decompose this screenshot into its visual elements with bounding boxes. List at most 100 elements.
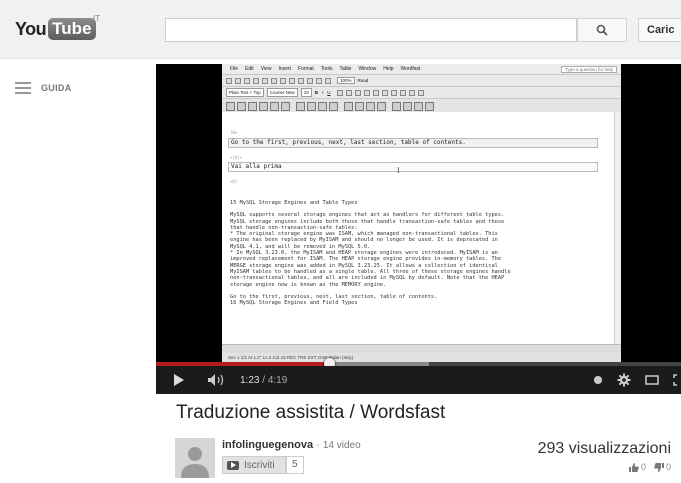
menu-item-tools: Tools [320, 66, 333, 72]
wf-setup-icon [344, 101, 353, 111]
source-tag: {0> [230, 130, 238, 135]
end-tag: <0} [230, 179, 238, 184]
subscribe-label: Iscriviti [244, 459, 275, 471]
channel-avatar[interactable] [175, 438, 215, 478]
wf-pandora-icon [403, 101, 412, 111]
redo-icon [316, 77, 322, 84]
menu-item-edit: Edit [245, 66, 254, 72]
wf-info-icon [377, 101, 386, 111]
cut-icon [280, 77, 286, 84]
help-question-box: Type a question for help [560, 65, 617, 73]
source-segment: Go to the first, previous, next, last se… [228, 138, 598, 148]
player-controls: 1:23 / 4:19 [156, 366, 681, 394]
align-right-icon [354, 89, 361, 96]
read-label: Read [357, 78, 369, 83]
paste-icon [298, 77, 304, 84]
print-icon [253, 77, 259, 84]
hd-badge-icon[interactable] [593, 375, 603, 385]
video-frame[interactable]: File Edit View Insert Format Tools Table… [156, 64, 681, 362]
style-box: Plain Text + Top [226, 88, 264, 97]
italic-icon: I [322, 90, 324, 95]
view-count: 293 visualizzazioni [537, 440, 671, 457]
volume-icon[interactable] [208, 374, 226, 386]
border-icon [399, 89, 406, 96]
table-icon [325, 77, 331, 84]
open-icon [235, 77, 241, 84]
new-doc-icon [226, 77, 232, 84]
underline-icon: U [327, 90, 331, 95]
word-processor-screen: File Edit View Insert Format Tools Table… [222, 64, 621, 362]
logo-you-text: You [15, 18, 47, 39]
wf-cleanup-icon [355, 101, 364, 111]
hamburger-menu-icon [15, 82, 31, 94]
theater-mode-icon[interactable] [645, 375, 659, 385]
text-cursor-icon: I [397, 166, 400, 175]
menu-item-view: View [260, 66, 272, 72]
upload-button[interactable]: Caric [638, 18, 681, 42]
align-center-icon [345, 89, 352, 96]
play-icon[interactable] [174, 374, 184, 386]
guide-button[interactable]: GUIDA [15, 82, 72, 94]
wf-quality-icon [329, 101, 338, 111]
time-separator: / [259, 374, 268, 386]
video-count[interactable]: 14 video [323, 440, 361, 451]
doc-paragraph: Go to the first, previous, next, last se… [230, 293, 438, 307]
spelling-icon [271, 77, 277, 84]
wf-view-icon [414, 101, 423, 111]
numbering-icon [372, 89, 379, 96]
subscriber-count: 5 [286, 456, 304, 474]
copy-icon [289, 77, 295, 84]
doc-paragraph: MySQL supports several storage engines t… [230, 212, 511, 288]
thumbs-up-icon[interactable] [628, 462, 639, 472]
menu-item-wordfast: Wordfast [400, 66, 421, 72]
thumbs-down-icon[interactable] [654, 462, 664, 472]
avatar-silhouette-icon [175, 438, 215, 478]
zoom-box: 100% [337, 77, 355, 84]
fullscreen-icon[interactable] [673, 374, 681, 386]
justify-icon [363, 89, 370, 96]
target-segment: Vai alla prima [228, 162, 598, 172]
masthead: You Tube IT Caric [0, 0, 681, 59]
youtube-logo[interactable]: You Tube IT [15, 14, 100, 40]
menu-item-help: Help [383, 66, 394, 72]
menu-item-window: Window [358, 66, 377, 72]
doc-vertical-scrollbar [614, 112, 621, 344]
video-player[interactable]: File Edit View Insert Format Tools Table… [156, 64, 681, 394]
wf-next-icon [248, 101, 257, 111]
youtube-play-icon [227, 460, 239, 470]
subscribe-button[interactable]: Iscriviti [222, 456, 286, 474]
channel-name-link[interactable]: infolinguegenova [222, 439, 313, 451]
document-area: {0> Go to the first, previous, next, las… [222, 112, 615, 344]
like-dislike-bar: 0 0 [628, 462, 671, 472]
search-button[interactable] [577, 18, 627, 42]
video-title: Traduzione assistita / Wordsfast [176, 402, 446, 423]
logo-tube-text: Tube [48, 18, 96, 40]
font-box: Courier New [266, 88, 298, 97]
wf-open-icon [226, 101, 235, 111]
time-display: 1:23 / 4:19 [240, 375, 287, 386]
align-left-icon [336, 89, 343, 96]
dislike-count: 0 [665, 462, 671, 472]
wf-concordance-icon [307, 101, 316, 111]
app-menubar: File Edit View Insert Format Tools Table… [222, 64, 621, 75]
guide-label: GUIDA [41, 83, 72, 93]
size-box: 10 [300, 88, 312, 97]
document-body: 15 MySQL Storage Engines and Table Types… [230, 200, 608, 312]
logo-country-code: IT [93, 14, 101, 23]
standard-toolbar: 100% Read [222, 75, 621, 87]
target-tag: <}0{> [230, 155, 243, 160]
wf-terms-icon [318, 101, 327, 111]
settings-gear-icon[interactable] [617, 373, 631, 387]
wf-close-icon [237, 101, 246, 111]
wf-shortcuts-icon [366, 101, 375, 111]
menu-item-table: Table [339, 66, 352, 72]
font-color-icon [417, 89, 424, 96]
menu-item-file: File [230, 66, 239, 72]
search-input[interactable] [165, 18, 577, 42]
time-duration: 4:19 [267, 374, 288, 386]
preview-icon [262, 77, 268, 84]
player-controls-right [593, 366, 681, 394]
bullets-icon [381, 89, 388, 96]
indent-icon [390, 89, 397, 96]
menu-item-insert: Insert [278, 66, 291, 72]
